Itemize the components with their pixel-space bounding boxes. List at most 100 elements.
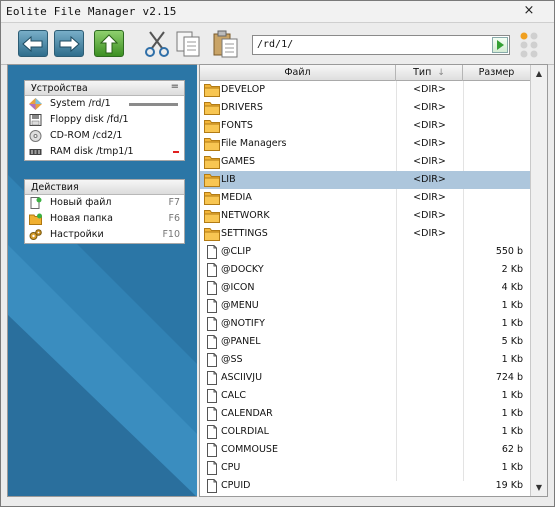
file-name: FONTS [221, 120, 253, 131]
file-row[interactable]: CPUID 19 Kb [200, 477, 530, 495]
paste-icon[interactable] [211, 29, 241, 59]
file-row[interactable]: @DOCKY 2 Kb [200, 261, 530, 279]
file-row[interactable]: @SS 1 Kb [200, 351, 530, 369]
file-row[interactable]: COMMOUSE 62 b [200, 441, 530, 459]
file-type: <DIR> [413, 102, 446, 113]
action-new-folder[interactable]: Новая папка F6 [25, 211, 184, 227]
file-name: @PANEL [221, 336, 261, 347]
file-name: @DOCKY [221, 264, 264, 275]
file-name: MEDIA [221, 192, 252, 203]
file-type: <DIR> [413, 138, 446, 149]
device-item-cdrom[interactable]: CD-ROM /cd2/1 [25, 128, 184, 144]
actions-group: Действия Новый файл F7 Новая папка F6 На… [24, 179, 185, 244]
column-header-type-label: Тип [413, 67, 432, 78]
file-icon [207, 425, 217, 439]
back-button[interactable] [18, 30, 48, 57]
folder-row[interactable]: DEVELOP <DIR> [200, 81, 530, 99]
scrollbar[interactable]: ▲ ▼ [530, 65, 547, 496]
file-name: @SS [221, 354, 243, 365]
floppy-icon [29, 114, 42, 126]
left-panel: Устройства = System /rd/1 Floppy disk /f… [7, 64, 197, 497]
file-type: <DIR> [413, 174, 446, 185]
device-item-ramdisk[interactable]: RAM disk /tmp1/1 [25, 144, 184, 160]
file-row[interactable]: @MENU 1 Kb [200, 297, 530, 315]
usage-bar [129, 103, 178, 106]
file-row[interactable]: @ICON 4 Kb [200, 279, 530, 297]
menu-dots-icon[interactable] [517, 31, 541, 59]
close-button[interactable]: × [522, 4, 536, 18]
file-row[interactable]: @PANEL 5 Kb [200, 333, 530, 351]
action-label: Новый файл [50, 197, 112, 208]
go-button[interactable] [492, 37, 508, 53]
folder-row[interactable]: DRIVERS <DIR> [200, 99, 530, 117]
file-size: 1 Kb [501, 390, 523, 401]
system-drive-icon [29, 98, 42, 110]
title-bar[interactable]: Eolite File Manager v2.15 × [1, 1, 554, 23]
toolbar: /rd/1/ [1, 24, 554, 65]
file-name: GAMES [221, 156, 256, 167]
column-header-type[interactable]: Тип ↓ [396, 65, 463, 81]
scroll-down-button[interactable]: ▼ [532, 481, 546, 494]
file-icon [207, 281, 217, 295]
file-type: <DIR> [413, 120, 446, 131]
window-title: Eolite File Manager v2.15 [6, 5, 177, 18]
new-file-icon [30, 197, 42, 209]
file-name: NETWORK [221, 210, 270, 221]
copy-icon[interactable] [174, 29, 204, 59]
folder-row[interactable]: File Managers <DIR> [200, 135, 530, 153]
device-item-system[interactable]: System /rd/1 [25, 96, 184, 112]
file-name: CALC [221, 390, 247, 401]
scissors-icon[interactable] [142, 29, 172, 59]
file-type: <DIR> [413, 192, 446, 203]
action-settings[interactable]: Настройки F10 [25, 227, 184, 243]
file-row[interactable]: @NOTIFY 1 Kb [200, 315, 530, 333]
device-label: Floppy disk /fd/1 [50, 114, 129, 125]
file-list[interactable]: Файл Тип ↓ Размер DEVELOP <DIR> DRIVERS <DIR… [199, 64, 548, 497]
ram-disk-icon [29, 149, 42, 155]
file-name: DRIVERS [221, 102, 263, 113]
list-header: Файл Тип ↓ Размер [200, 65, 530, 81]
folder-row[interactable]: LIB <DIR> [200, 171, 530, 189]
file-name: SETTINGS [221, 228, 268, 239]
scroll-up-button[interactable]: ▲ [532, 67, 546, 80]
collapse-icon[interactable]: = [171, 81, 179, 92]
actions-title: Действия [31, 182, 79, 193]
actions-header[interactable]: Действия [25, 180, 184, 195]
folder-row[interactable]: GAMES <DIR> [200, 153, 530, 171]
file-icon [207, 389, 217, 403]
file-icon [207, 353, 217, 367]
device-item-floppy[interactable]: Floppy disk /fd/1 [25, 112, 184, 128]
play-icon [497, 40, 504, 50]
folder-row[interactable]: FONTS <DIR> [200, 117, 530, 135]
file-row[interactable]: COLRDIAL 1 Kb [200, 423, 530, 441]
folder-row[interactable]: MEDIA <DIR> [200, 189, 530, 207]
file-size: 19 Kb [495, 480, 523, 491]
devices-group: Устройства = System /rd/1 Floppy disk /f… [24, 80, 185, 161]
up-button[interactable] [94, 30, 124, 57]
file-row[interactable]: @CLIP 550 b [200, 243, 530, 261]
folder-row[interactable]: NETWORK <DIR> [200, 207, 530, 225]
file-row[interactable]: CALENDAR 1 Kb [200, 405, 530, 423]
file-row[interactable]: ASCIIVJU 724 b [200, 369, 530, 387]
file-row[interactable]: CPU 1 Kb [200, 459, 530, 477]
file-icon [207, 371, 217, 385]
left-arrow-icon [22, 35, 43, 52]
devices-header[interactable]: Устройства = [25, 81, 184, 96]
folder-icon [204, 102, 220, 115]
folder-icon [204, 120, 220, 133]
file-name: DEVELOP [221, 84, 265, 95]
column-header-name[interactable]: Файл [200, 65, 396, 81]
file-row[interactable]: CALC 1 Kb [200, 387, 530, 405]
path-input[interactable]: /rd/1/ [252, 35, 510, 55]
column-header-size[interactable]: Размер [463, 65, 530, 81]
action-label: Настройки [50, 229, 104, 240]
forward-button[interactable] [54, 30, 84, 57]
column-header-name-label: Файл [284, 67, 311, 78]
folder-icon [204, 228, 220, 241]
action-new-file[interactable]: Новый файл F7 [25, 195, 184, 211]
file-type: <DIR> [413, 156, 446, 167]
file-type: <DIR> [413, 84, 446, 95]
file-size: 1 Kb [501, 318, 523, 329]
folder-row[interactable]: SETTINGS <DIR> [200, 225, 530, 243]
devices-title: Устройства [31, 83, 88, 94]
